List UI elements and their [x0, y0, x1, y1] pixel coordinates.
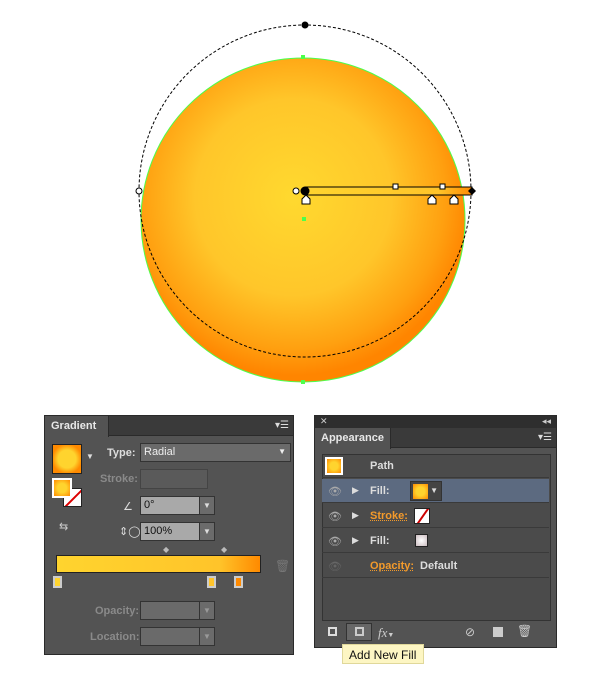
midpoint-handle[interactable]: [439, 183, 446, 190]
type-value: Radial: [144, 446, 176, 458]
midpoint-handle[interactable]: [392, 183, 399, 190]
fx-label: fx: [378, 625, 388, 640]
eye-icon: 👁: [328, 561, 342, 573]
opacity-input[interactable]: [140, 601, 200, 620]
aspect-ratio-dropdown[interactable]: ▼: [199, 522, 215, 541]
stroke-link[interactable]: Stroke:: [370, 510, 408, 522]
fill-swatch-dropdown[interactable]: ▼: [410, 481, 442, 501]
appearance-row-stroke[interactable]: 👁 ▶ Stroke:: [322, 504, 549, 528]
clear-appearance-icon[interactable]: ⊘: [465, 625, 475, 639]
tab-label: Appearance: [321, 432, 384, 444]
aspect-ratio-input[interactable]: 100%: [140, 522, 200, 541]
trash-icon[interactable]: 🗑: [275, 559, 290, 573]
aspect-ratio-icon: ⇕◯: [119, 526, 141, 538]
chevron-down-icon[interactable]: ▼: [86, 452, 94, 461]
extent-handle-top[interactable]: [301, 21, 309, 29]
gradient-annotator-bar[interactable]: [304, 186, 473, 196]
fill-label: Fill:: [370, 535, 390, 547]
panel-menu-icon[interactable]: ▾☰: [538, 432, 552, 443]
opacity-value: Default: [420, 560, 458, 572]
anchor-point: [301, 55, 305, 59]
appearance-panel: ✕ ◂◂ Appearance ▾☰ Path 👁 ▶ Fill: ▼ 👁 ▶ St…: [314, 415, 557, 648]
stroke-none-swatch[interactable]: [414, 508, 430, 524]
appearance-row-opacity[interactable]: 👁 Opacity: Default: [322, 554, 549, 578]
expand-triangle-icon[interactable]: ▶: [352, 510, 359, 521]
reverse-gradient-icon[interactable]: ⇆: [59, 520, 68, 533]
opacity-dropdown[interactable]: ▼: [199, 601, 215, 620]
gradient-swatch[interactable]: [52, 444, 82, 474]
path-thumbnail: [325, 457, 343, 475]
path-label: Path: [370, 460, 394, 472]
collapse-icon[interactable]: ◂◂: [542, 416, 551, 427]
midpoint-diamond[interactable]: ◆: [163, 545, 169, 554]
fill-swatch[interactable]: [415, 534, 428, 547]
close-icon[interactable]: ✕: [320, 416, 328, 427]
chevron-down-icon: ▼: [430, 486, 438, 495]
gradient-stop[interactable]: [234, 576, 243, 588]
location-input[interactable]: [140, 627, 200, 646]
tab-gradient[interactable]: Gradient: [45, 416, 109, 437]
appearance-row-fill-2[interactable]: 👁 ▶ Fill:: [322, 529, 549, 553]
type-label: Type:: [107, 447, 136, 459]
stroke-gradient-buttons[interactable]: [140, 469, 208, 489]
add-effect-button[interactable]: fx▼: [378, 625, 394, 641]
appearance-row-fill[interactable]: 👁 ▶ Fill: ▼: [322, 479, 549, 503]
gradient-stop[interactable]: [53, 576, 62, 588]
gradient-panel: Gradient ▾☰ ▼ ⇆ Type: Radial ▼ Stroke: ∠ …: [44, 415, 294, 655]
angle-dropdown[interactable]: ▼: [199, 496, 215, 515]
expand-triangle-icon[interactable]: ▶: [352, 485, 359, 496]
angle-input[interactable]: 0°: [140, 496, 200, 515]
trash-icon[interactable]: 🗑: [517, 624, 532, 638]
angle-icon: ∠: [123, 501, 133, 513]
extent-handle-left[interactable]: [135, 187, 143, 195]
panel-tab-bar: Appearance ▾☰: [315, 428, 556, 449]
tab-label: Gradient: [51, 420, 97, 432]
center-point: [302, 217, 306, 221]
duplicate-item-icon[interactable]: [493, 627, 503, 637]
tooltip-text: Add New Fill: [349, 648, 417, 662]
opacity-label: Opacity:: [95, 605, 140, 617]
artboard[interactable]: [0, 0, 600, 400]
eye-icon[interactable]: 👁: [328, 485, 342, 498]
chevron-down-icon: ▼: [278, 447, 286, 456]
add-new-fill-button[interactable]: [346, 623, 372, 641]
annotator-origin-handle[interactable]: [300, 186, 310, 196]
aspect-value: 100%: [144, 525, 173, 537]
type-select[interactable]: Radial ▼: [140, 443, 291, 462]
midpoint-diamond[interactable]: ◆: [221, 545, 227, 554]
fill-swatch[interactable]: [52, 478, 72, 498]
annotator-offset-handle[interactable]: [292, 187, 300, 195]
panel-header: ✕ ◂◂: [315, 416, 556, 428]
location-dropdown[interactable]: ▼: [199, 627, 215, 646]
appearance-row-path[interactable]: Path: [322, 454, 549, 478]
angle-value: 0°: [144, 499, 155, 511]
location-label: Location:: [90, 631, 140, 643]
expand-triangle-icon[interactable]: ▶: [352, 535, 359, 546]
tooltip: Add New Fill: [342, 644, 424, 664]
gradient-stop[interactable]: [207, 576, 216, 588]
anchor-point: [301, 380, 305, 384]
eye-icon[interactable]: 👁: [328, 535, 342, 548]
panel-tab-bar: Gradient ▾☰: [45, 416, 293, 437]
eye-icon[interactable]: 👁: [328, 510, 342, 523]
opacity-link[interactable]: Opacity:: [370, 560, 414, 572]
stroke-label: Stroke:: [100, 473, 138, 485]
panel-menu-icon[interactable]: ▾☰: [275, 420, 289, 431]
add-new-stroke-button[interactable]: [328, 627, 337, 636]
tab-appearance[interactable]: Appearance: [315, 428, 391, 449]
gradient-slider[interactable]: [56, 555, 261, 573]
fill-label: Fill:: [370, 485, 390, 497]
